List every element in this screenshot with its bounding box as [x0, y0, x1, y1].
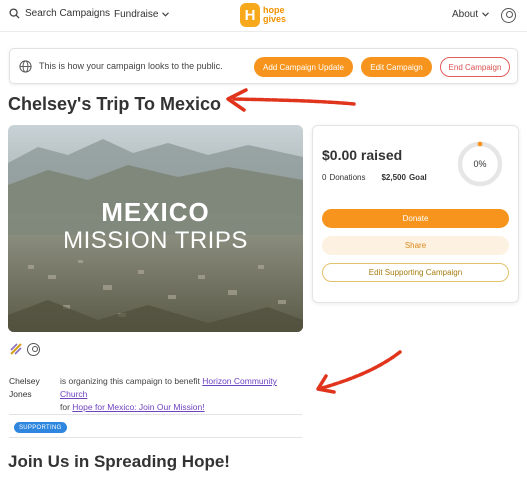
goal-amount: $2,500	[381, 173, 406, 182]
hopegives-logo[interactable]: H hope gives	[240, 3, 286, 27]
public-preview-banner: This is how your campaign looks to the p…	[9, 48, 518, 84]
search-label: Search Campaigns	[25, 8, 111, 19]
hero-subheadline: MISSION TRIPS	[63, 227, 248, 254]
section-heading: Join Us in Spreading Hope!	[8, 452, 230, 471]
user-avatar-icon[interactable]	[27, 342, 40, 356]
campaign-title: Chelsey's Trip To Mexico	[8, 94, 222, 114]
divider	[9, 414, 302, 415]
donations-count: 0	[322, 173, 327, 182]
amount-raised: $0.00 raised	[322, 147, 403, 163]
preview-message: This is how your campaign looks to the p…	[39, 61, 223, 71]
goal-label: Goal	[408, 173, 427, 182]
annotation-arrow-icon	[316, 350, 402, 394]
parent-campaign-link[interactable]: Hope for Mexico: Join Our Mission!	[72, 402, 204, 412]
annotation-arrow-icon	[226, 88, 356, 112]
search-campaigns-link[interactable]: Search Campaigns	[9, 8, 110, 19]
globe-icon	[19, 60, 32, 73]
organizer-avatars	[9, 342, 40, 356]
user-account-icon[interactable]	[501, 8, 516, 23]
logo-text: hope gives	[263, 5, 287, 24]
church-logo-icon[interactable]	[9, 342, 23, 356]
organizer-description: is organizing this campaign to benefit H…	[60, 376, 277, 412]
fundraise-label: Fundraise	[114, 9, 159, 20]
end-campaign-button[interactable]: End Campaign	[440, 57, 510, 77]
divider	[9, 437, 302, 438]
campaign-hero-image: MEXICO MISSION TRIPS	[8, 125, 303, 332]
chevron-down-icon	[162, 12, 170, 17]
logo-mark: H	[240, 3, 260, 27]
top-navigation: Search Campaigns Fundraise H hope gives …	[0, 0, 527, 32]
hero-headline: MEXICO	[101, 197, 210, 227]
add-campaign-update-button[interactable]: Add Campaign Update	[254, 57, 353, 77]
progress-percent: 0%	[473, 159, 487, 169]
campaign-stats: 0 Donations $2,500 Goal	[322, 173, 427, 182]
donations-label: Donations	[329, 173, 366, 182]
about-label: About	[452, 9, 479, 20]
search-icon	[9, 8, 20, 19]
organizer-name[interactable]: Chelsey Jones	[9, 375, 43, 401]
share-button[interactable]: Share	[322, 236, 509, 255]
edit-supporting-campaign-button[interactable]: Edit Supporting Campaign	[322, 263, 509, 282]
edit-campaign-button[interactable]: Edit Campaign	[361, 57, 432, 77]
chevron-down-icon	[482, 12, 490, 17]
donate-button[interactable]: Donate	[322, 209, 509, 228]
supporting-badge: SUPPORTING	[14, 422, 67, 433]
about-menu[interactable]: About	[452, 9, 490, 20]
donation-card: $0.00 raised 0 Donations $2,500 Goal 0% …	[312, 125, 519, 303]
fundraise-menu[interactable]: Fundraise	[114, 9, 170, 20]
